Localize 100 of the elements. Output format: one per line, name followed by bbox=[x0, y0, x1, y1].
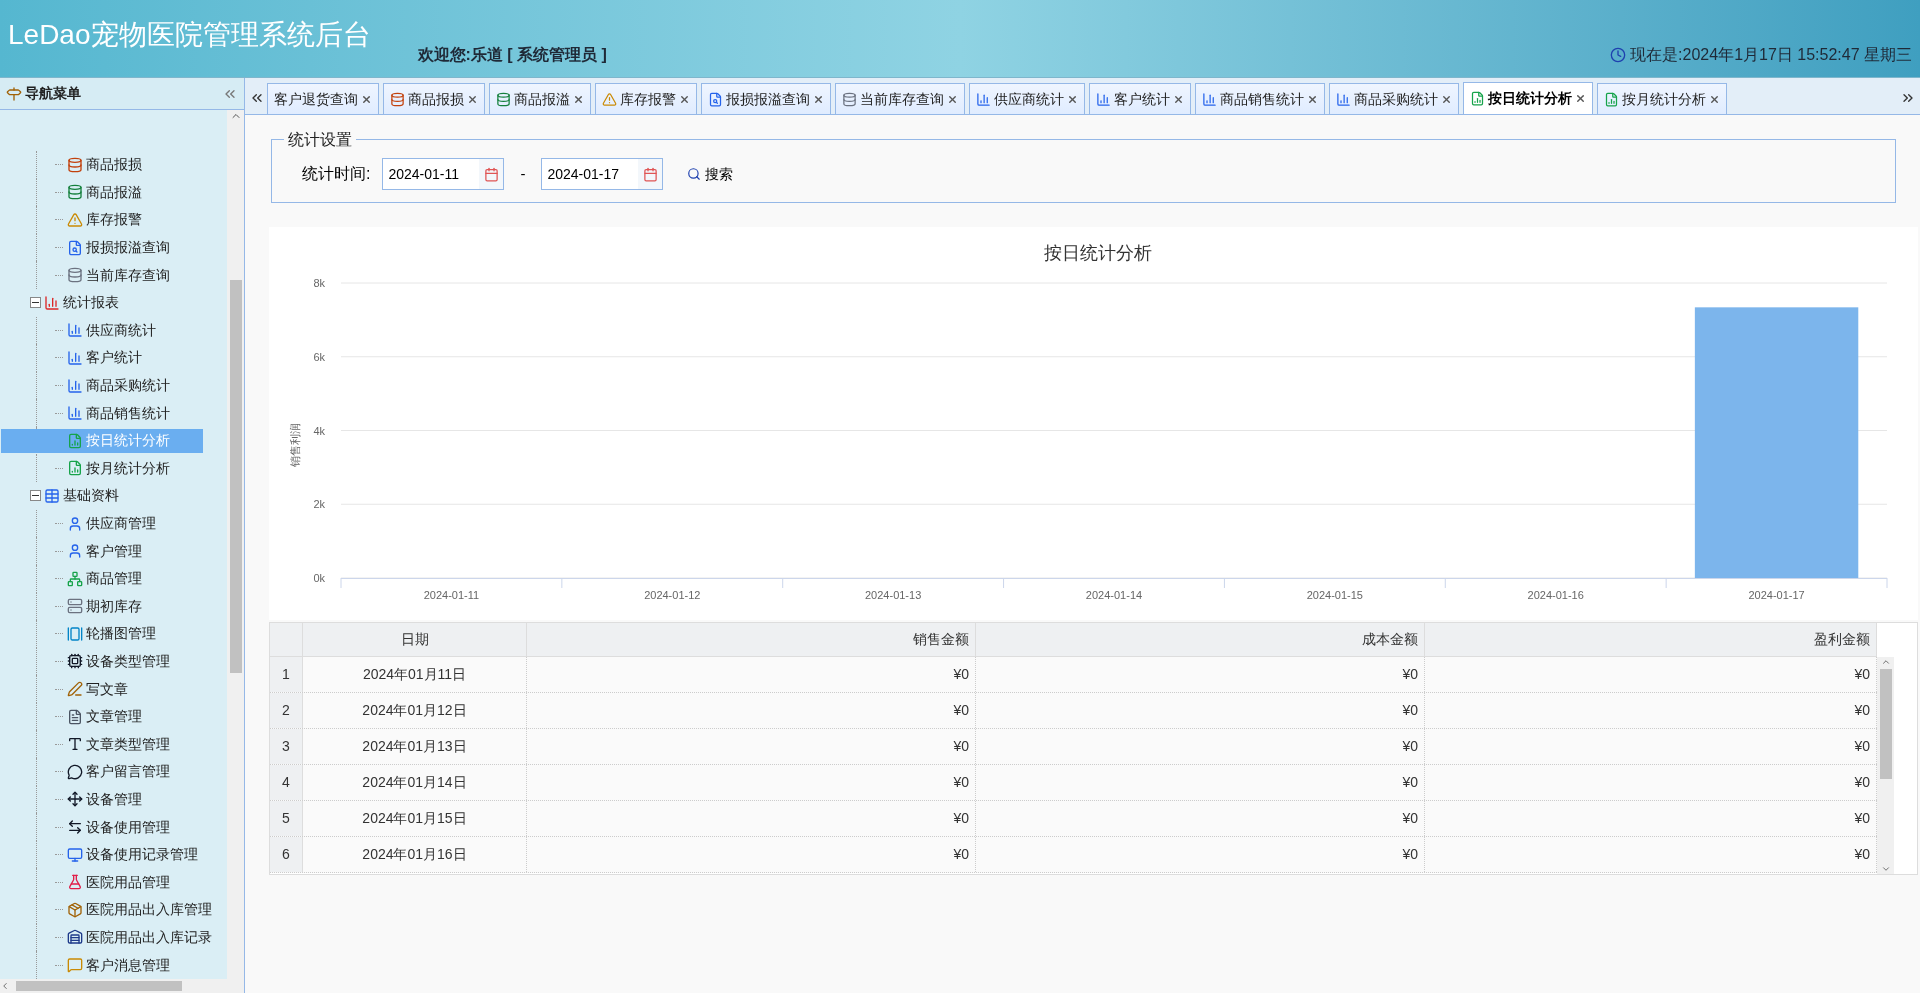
tree-item[interactable]: 供应商统计 bbox=[1, 318, 203, 343]
warning-icon bbox=[67, 212, 83, 228]
horizontal-scrollbar[interactable] bbox=[0, 979, 244, 993]
column-header[interactable]: 盈利金额 bbox=[1425, 623, 1877, 656]
close-icon[interactable] bbox=[1067, 93, 1078, 105]
tab[interactable]: 商品报溢 bbox=[489, 83, 591, 114]
tab[interactable]: 商品销售统计 bbox=[1195, 83, 1325, 114]
x-tick-label: 2024-01-15 bbox=[1306, 589, 1363, 601]
collapse-toggle-icon[interactable] bbox=[30, 490, 41, 502]
table-cell: 2024年01月14日 bbox=[303, 765, 527, 800]
table-cell: 2024年01月13日 bbox=[303, 729, 527, 764]
date-field[interactable]: 2024-01-17 bbox=[541, 158, 664, 190]
bar-chart-icon bbox=[44, 294, 60, 311]
field-label: 统计时间: bbox=[302, 164, 371, 184]
chip-icon bbox=[67, 653, 83, 670]
column-header[interactable]: 成本金额 bbox=[976, 623, 1425, 656]
bar-chart-icon bbox=[67, 377, 83, 394]
row-number: 1 bbox=[270, 657, 303, 692]
tree-item[interactable]: 设备管理 bbox=[1, 787, 203, 812]
close-icon[interactable] bbox=[1173, 93, 1184, 105]
tab[interactable]: 商品报损 bbox=[383, 83, 485, 114]
row-number: 6 bbox=[270, 837, 303, 872]
scroll-up-icon[interactable] bbox=[1880, 657, 1891, 667]
close-icon[interactable] bbox=[573, 93, 584, 105]
close-icon[interactable] bbox=[361, 93, 372, 105]
database-icon bbox=[67, 267, 83, 284]
welcome-text: 欢迎您:乐道 [ 系统管理员 ] bbox=[417, 45, 607, 65]
close-icon[interactable] bbox=[947, 93, 958, 105]
tab[interactable]: 库存报警 bbox=[595, 83, 697, 114]
close-icon[interactable] bbox=[1575, 93, 1586, 104]
table-cell: ¥0 bbox=[527, 729, 976, 764]
tab[interactable]: 按月统计分析 bbox=[1597, 83, 1727, 114]
tree-item[interactable]: 商品销售统计 bbox=[1, 401, 203, 426]
close-icon[interactable] bbox=[467, 93, 478, 105]
calendar-icon[interactable] bbox=[483, 166, 499, 182]
tree-item[interactable]: 库存报警 bbox=[1, 208, 203, 232]
tab[interactable]: 当前库存查询 bbox=[835, 83, 965, 114]
tree-item[interactable]: 客户管理 bbox=[1, 539, 203, 564]
close-icon[interactable] bbox=[1709, 93, 1720, 105]
database-icon bbox=[67, 184, 83, 201]
close-icon[interactable] bbox=[679, 93, 690, 105]
tree-item[interactable]: 设备使用管理 bbox=[1, 815, 203, 840]
y-tick-label: 8k bbox=[313, 277, 325, 289]
tree-item[interactable]: 商品报溢 bbox=[1, 180, 203, 205]
row-number: 3 bbox=[270, 729, 303, 764]
close-icon[interactable] bbox=[813, 93, 824, 105]
x-tick-label: 2024-01-13 bbox=[865, 589, 922, 601]
scrollbar[interactable] bbox=[227, 110, 244, 979]
tree-item[interactable]: 按月统计分析 bbox=[1, 456, 203, 481]
tab[interactable]: 按日统计分析 bbox=[1463, 82, 1593, 114]
y-tick-label: 4k bbox=[313, 424, 325, 437]
tree-item[interactable]: 设备使用记录管理 bbox=[1, 842, 203, 867]
tree-item[interactable]: 医院用品出入库记录 bbox=[1, 925, 216, 950]
tree-item[interactable]: 期初库存 bbox=[1, 594, 203, 619]
scroll-down-icon[interactable] bbox=[1880, 864, 1891, 874]
message-icon bbox=[67, 957, 83, 973]
tree-item[interactable]: 当前库存查询 bbox=[1, 263, 203, 288]
search-button[interactable]: 搜索 bbox=[685, 163, 736, 185]
table-scrollbar[interactable] bbox=[1877, 657, 1894, 874]
close-icon[interactable] bbox=[1441, 93, 1452, 105]
calendar-icon[interactable] bbox=[642, 166, 658, 182]
tab[interactable]: 商品采购统计 bbox=[1329, 83, 1459, 114]
close-icon[interactable] bbox=[1307, 93, 1318, 105]
speech-bubble-icon bbox=[67, 763, 83, 780]
table-icon bbox=[44, 487, 60, 504]
column-header[interactable]: 日期 bbox=[303, 623, 527, 656]
collapse-toggle-icon[interactable] bbox=[30, 297, 41, 309]
table-cell: ¥0 bbox=[976, 729, 1425, 764]
tab[interactable]: 客户退货查询 bbox=[267, 83, 379, 114]
tree-item[interactable]: 客户留言管理 bbox=[1, 759, 203, 784]
app-title: LeDao宠物医院管理系统后台 bbox=[8, 18, 371, 52]
tree-item[interactable]: 设备类型管理 bbox=[1, 649, 203, 674]
column-header[interactable]: 销售金额 bbox=[527, 623, 976, 656]
tree-item[interactable]: 文章管理 bbox=[1, 704, 203, 729]
search-icon bbox=[687, 167, 702, 181]
tree-item[interactable]: 报损报溢查询 bbox=[1, 235, 203, 260]
table-cell: ¥0 bbox=[527, 693, 976, 728]
tree-item[interactable]: 医院用品出入库管理 bbox=[1, 897, 216, 922]
swap-icon bbox=[67, 819, 83, 836]
table-cell: ¥0 bbox=[976, 765, 1425, 800]
tree-group[interactable]: 统计报表 bbox=[63, 292, 119, 314]
tree-item[interactable]: 写文章 bbox=[1, 677, 203, 702]
tab[interactable]: 供应商统计 bbox=[969, 83, 1085, 114]
warehouse-icon bbox=[67, 929, 83, 946]
x-tick-label: 2024-01-12 bbox=[644, 589, 701, 601]
tree-item[interactable]: 商品管理 bbox=[1, 566, 203, 591]
scroll-left-icon[interactable] bbox=[0, 981, 10, 991]
tab[interactable]: 报损报溢查询 bbox=[701, 83, 831, 114]
date-field[interactable]: 2024-01-11 bbox=[382, 158, 505, 190]
tree-item[interactable]: 客户统计 bbox=[1, 345, 203, 370]
tree-item[interactable]: 医院用品管理 bbox=[1, 870, 203, 895]
tree-item[interactable]: 轮播图管理 bbox=[1, 621, 203, 646]
tree-item[interactable]: 商品采购统计 bbox=[1, 373, 203, 398]
tree-group[interactable]: 基础资料 bbox=[63, 485, 119, 507]
y-tick-label: 2k bbox=[313, 498, 325, 511]
tree-item[interactable]: 客户消息管理 bbox=[1, 953, 203, 977]
tree-item[interactable]: 文章类型管理 bbox=[1, 732, 203, 757]
tab[interactable]: 客户统计 bbox=[1089, 83, 1191, 114]
tree-item[interactable]: 商品报损 bbox=[1, 152, 203, 177]
tree-item[interactable]: 供应商管理 bbox=[1, 511, 203, 536]
